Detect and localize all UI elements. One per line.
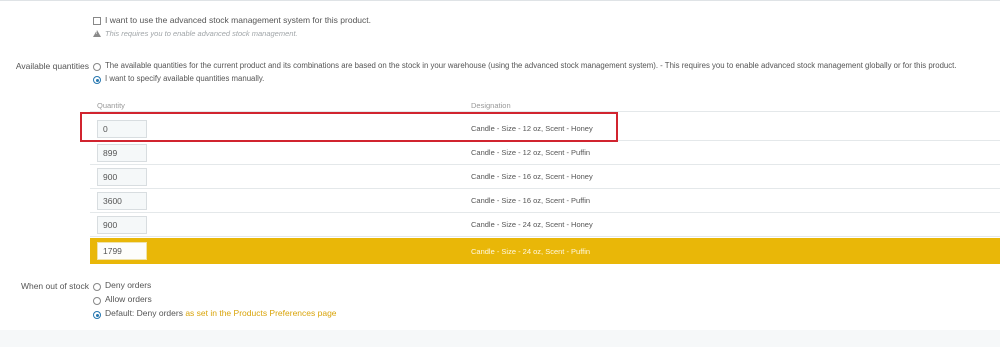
advanced-stock-checkbox[interactable] <box>93 17 101 25</box>
radio-allow-orders[interactable] <box>93 297 101 305</box>
bottom-panel-band <box>0 330 1000 347</box>
radio-quantities-manual[interactable] <box>93 76 101 84</box>
default-orders-text: Default: Deny orders <box>105 308 183 318</box>
column-header-designation: Designation <box>471 101 511 110</box>
available-quantities-label: Available quantities <box>15 61 89 71</box>
column-header-quantity: Quantity <box>97 101 125 110</box>
table-row: 900 Candle - Size - 16 oz, Scent - Honey <box>90 165 1000 189</box>
row-designation: Candle - Size - 24 oz, Scent - Honey <box>471 220 593 229</box>
row-designation: Candle - Size - 16 oz, Scent - Honey <box>471 172 593 181</box>
radio-quantities-auto-label: The available quantities for the current… <box>105 61 957 70</box>
advanced-stock-checkbox-label: I want to use the advanced stock managem… <box>105 15 371 25</box>
radio-allow-orders-label: Allow orders <box>105 294 152 304</box>
quantity-input[interactable]: 900 <box>97 168 147 186</box>
top-divider <box>0 0 1000 1</box>
row-designation: Candle - Size - 24 oz, Scent - Puffin <box>471 247 591 256</box>
quantity-input[interactable]: 899 <box>97 144 147 162</box>
radio-quantities-auto[interactable] <box>93 63 101 71</box>
advanced-stock-warning: This requires you to enable advanced sto… <box>105 29 298 38</box>
radio-default-orders-label: Default: Deny orders as set in the Produ… <box>105 308 337 319</box>
row-designation: Candle - Size - 16 oz, Scent - Puffin <box>471 196 591 205</box>
quantity-input[interactable]: 1799 <box>97 242 147 260</box>
radio-deny-orders[interactable] <box>93 283 101 291</box>
table-row: 3600 Candle - Size - 16 oz, Scent - Puff… <box>90 189 1000 213</box>
row-designation: Candle - Size - 12 oz, Scent - Puffin <box>471 148 591 157</box>
warning-icon <box>93 30 101 37</box>
out-of-stock-label: When out of stock <box>20 281 89 291</box>
annotation-highlight-box <box>80 112 618 142</box>
radio-deny-orders-label: Deny orders <box>105 280 152 290</box>
table-row: 900 Candle - Size - 24 oz, Scent - Honey <box>90 213 1000 237</box>
products-preferences-link[interactable]: as set in the Products Preferences page <box>185 308 336 318</box>
table-row: 899 Candle - Size - 12 oz, Scent - Puffi… <box>90 141 1000 165</box>
table-row-highlighted: 1799 Candle - Size - 24 oz, Scent - Puff… <box>90 238 1000 264</box>
quantity-input[interactable]: 3600 <box>97 192 147 210</box>
radio-default-orders[interactable] <box>93 311 101 319</box>
radio-quantities-manual-label: I want to specify available quantities m… <box>105 74 265 83</box>
quantity-input[interactable]: 900 <box>97 216 147 234</box>
